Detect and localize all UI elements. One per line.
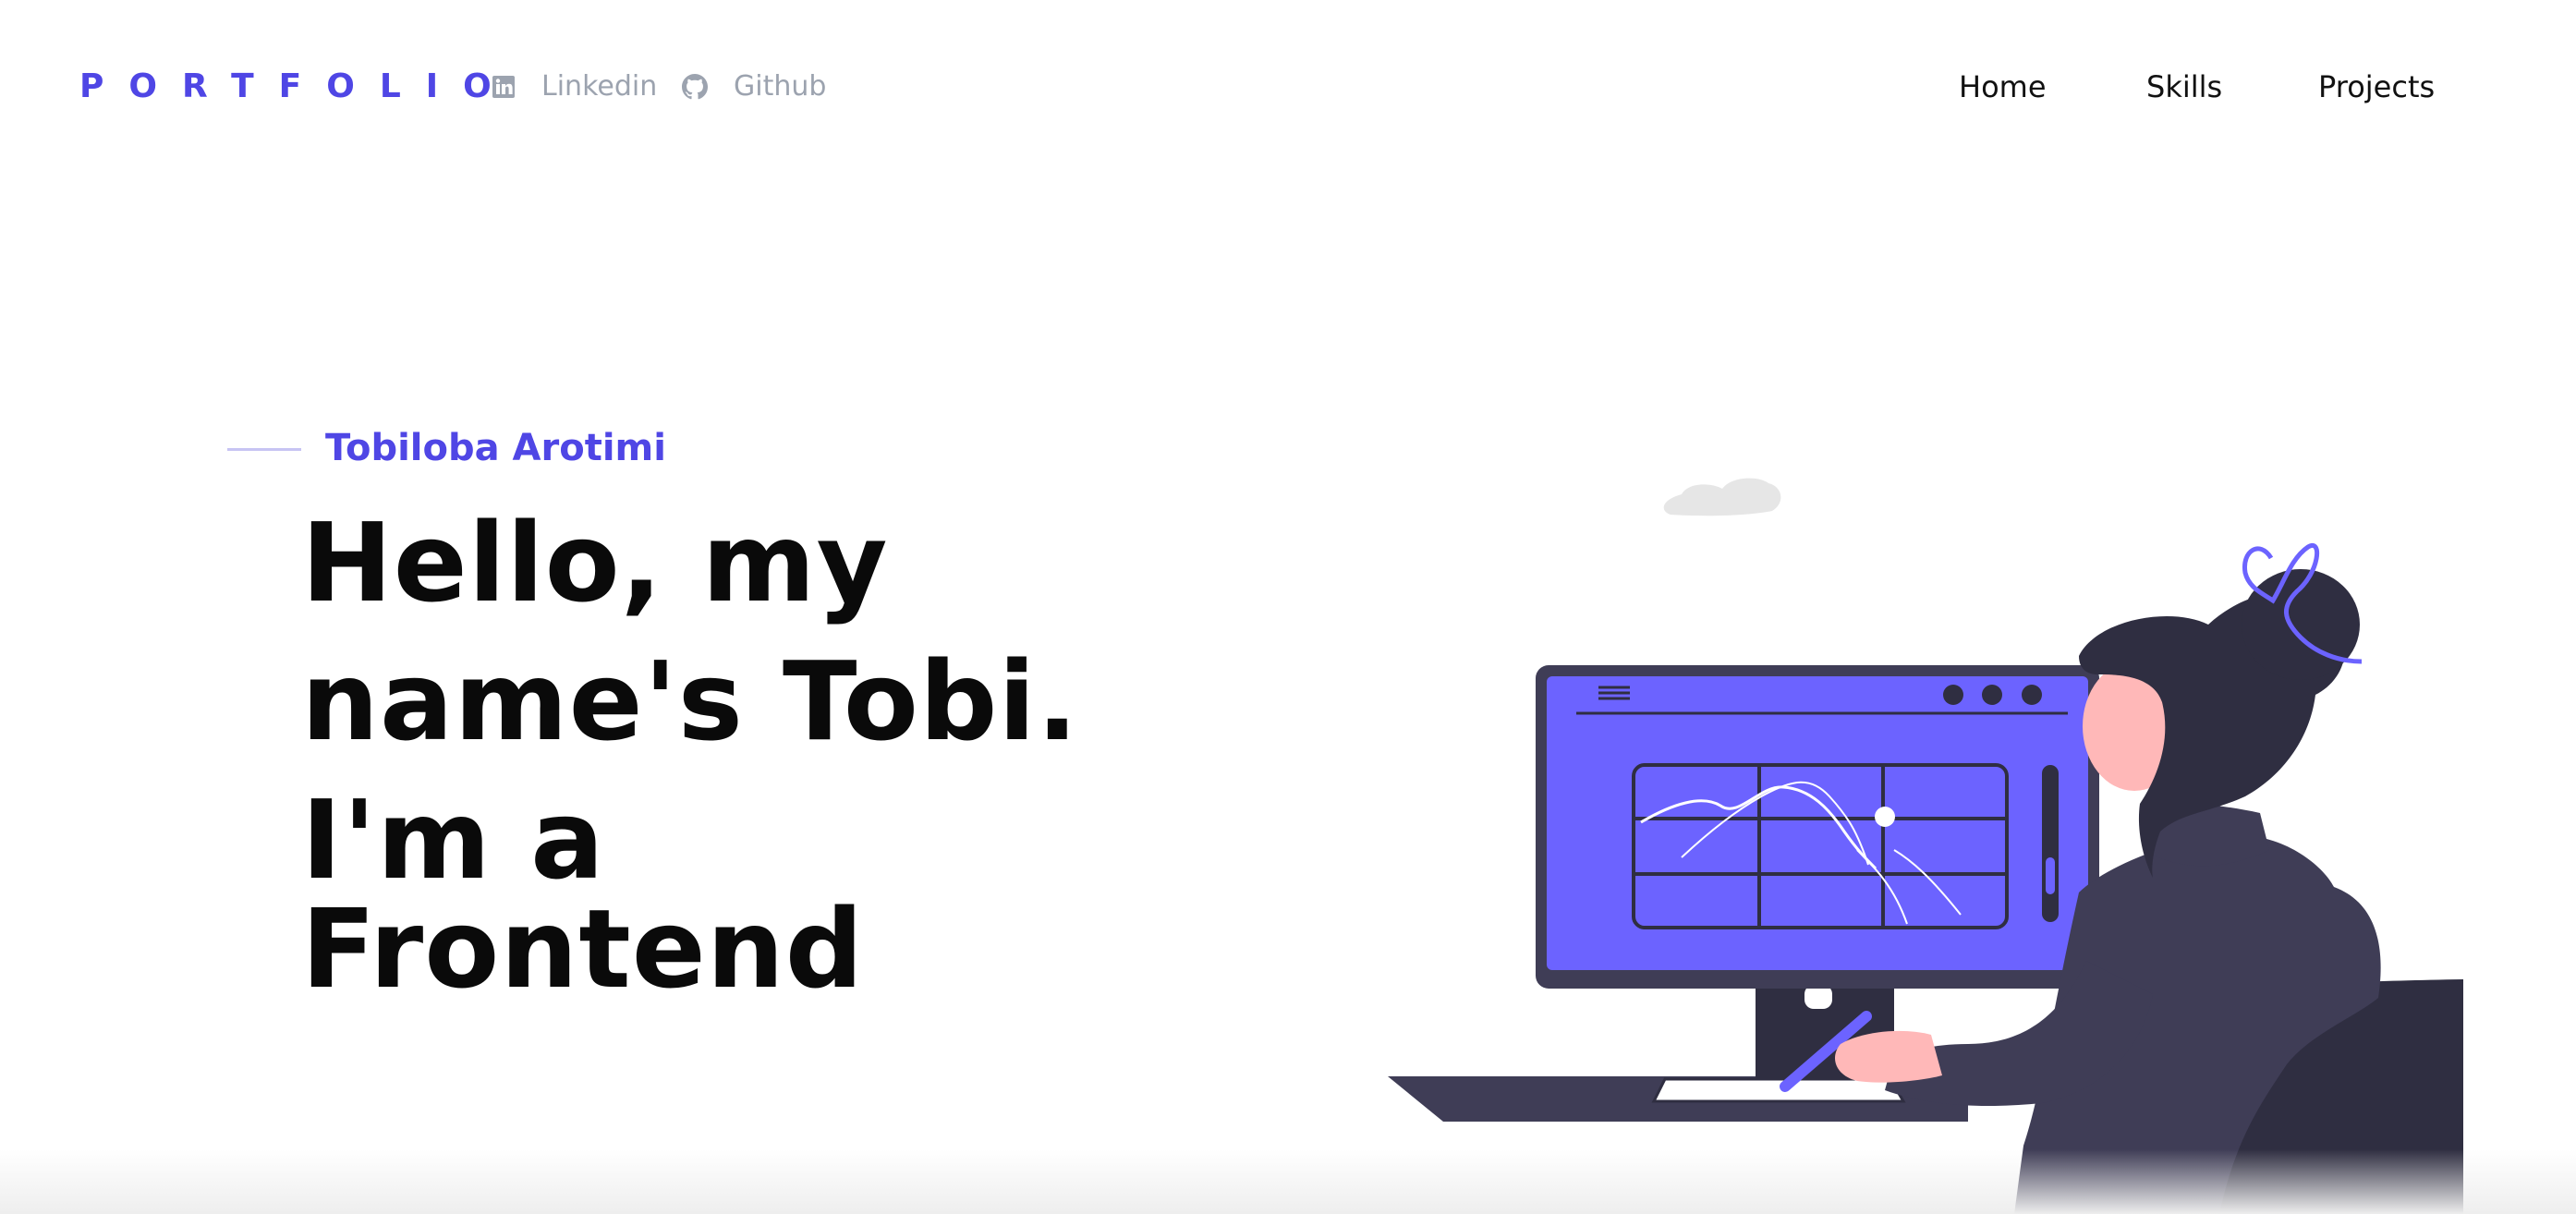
cloud-shape [1663,478,1781,516]
headline-line-3: I'm a [301,776,605,904]
hero-name: Tobiloba Arotimi [325,427,666,469]
github-icon [682,74,708,100]
nav-home[interactable]: Home [1959,67,2047,107]
linkedin-label: Linkedin [541,70,658,103]
drawing-tablet [1651,1077,1906,1103]
linkedin-link[interactable]: Linkedin [492,68,657,105]
woman-at-computer-illustration [1388,478,2463,1214]
github-link[interactable]: Github [682,68,826,105]
bottom-fade [0,1149,2576,1214]
headline-line-2: name's Tobi. [301,637,1079,765]
nav-projects[interactable]: Projects [2318,67,2435,107]
linkedin-icon [492,75,516,99]
github-label: Github [734,70,827,103]
portfolio-page: PORTFOLIO Linkedin Github Home Skills Pr… [0,0,2576,1214]
headline-line-4: Frontend [301,885,865,1013]
site-logo[interactable]: PORTFOLIO [79,67,516,107]
name-accent-line [227,448,301,451]
headline-line-1: Hello, my [301,499,889,626]
nav-skills[interactable]: Skills [2146,67,2222,107]
